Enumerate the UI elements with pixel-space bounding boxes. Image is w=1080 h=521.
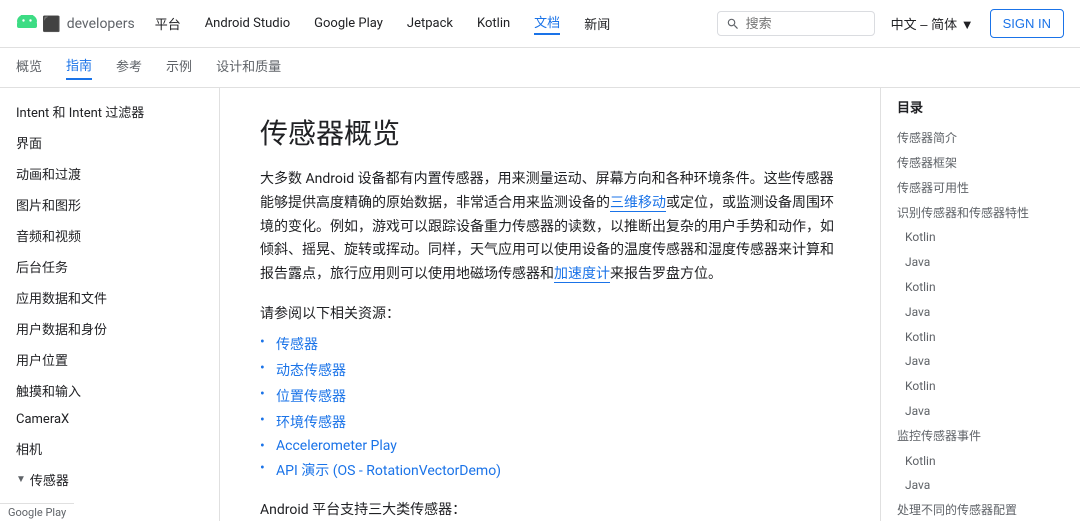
resource-link-env: 环境传感器 (260, 409, 840, 435)
toc-kotlin-4[interactable]: Kotlin (881, 374, 1080, 399)
toc-sensor-framework[interactable]: 传感器框架 (881, 151, 1080, 176)
link-env-sensors[interactable]: 环境传感器 (276, 415, 346, 431)
logo[interactable]: ⬛ developers (16, 15, 135, 33)
resource-link-position: 位置传感器 (260, 383, 840, 409)
sidebar-item-camerax[interactable]: CameraX (0, 406, 219, 433)
support-label: Android 平台支持三大类传感器： (260, 499, 840, 519)
sidebar-item-user-data[interactable]: 用户数据和身份 (0, 313, 219, 344)
toc-monitor-events[interactable]: 监控传感器事件 (881, 424, 1080, 449)
tab-overview[interactable]: 概览 (16, 56, 42, 79)
nav-jetpack[interactable]: Jetpack (407, 16, 453, 31)
sidebar-item-touch[interactable]: 触摸和输入 (0, 375, 219, 406)
android-logo-icon (16, 15, 38, 33)
sidebar-item-app-data[interactable]: 应用数据和文件 (0, 282, 219, 313)
intro-link-3d-motion[interactable]: 三维移动 (610, 195, 666, 212)
tab-reference[interactable]: 参考 (116, 56, 142, 79)
sign-in-button[interactable]: SIGN IN (990, 9, 1064, 38)
toc-kotlin-2[interactable]: Kotlin (881, 275, 1080, 300)
toc-java-2[interactable]: Java (881, 300, 1080, 325)
nav-platform[interactable]: 平台 (155, 14, 181, 33)
link-position-sensors[interactable]: 位置传感器 (276, 389, 346, 405)
footer-google-play: Google Play (0, 503, 74, 521)
toc-java-5[interactable]: Java (881, 473, 1080, 498)
logo-text: ⬛ (42, 15, 61, 33)
sidebar-item-user-location[interactable]: 用户位置 (0, 344, 219, 375)
intro-text-3: 来报告罗盘方位。 (610, 266, 722, 282)
resource-link-sensors: 传感器 (260, 331, 840, 357)
intro-link-accelerometer[interactable]: 加速度计 (554, 266, 610, 283)
toc-title: 目录 (881, 96, 1080, 122)
right-toc: 目录 传感器简介 传感器框架 传感器可用性 识别传感器和传感器特性 Kotlin… (880, 88, 1080, 521)
tab-guide[interactable]: 指南 (66, 55, 92, 80)
top-nav-right: 中文 – 简体 ▼ SIGN IN (717, 9, 1064, 38)
toc-sensor-intro[interactable]: 传感器简介 (881, 126, 1080, 151)
toc-kotlin-1[interactable]: Kotlin (881, 225, 1080, 250)
main-content: 传感器概览 大多数 Android 设备都有内置传感器，用来测量运动、屏幕方向和… (220, 88, 880, 521)
toc-java-3[interactable]: Java (881, 349, 1080, 374)
link-api-demo[interactable]: API 演示 (OS - RotationVectorDemo) (276, 463, 501, 479)
sidebar-item-audio[interactable]: 音频和视频 (0, 220, 219, 251)
sidebar-item-intent[interactable]: Intent 和 Intent 过滤器 (0, 96, 219, 127)
search-box[interactable] (717, 11, 875, 36)
toc-java-4[interactable]: Java (881, 399, 1080, 424)
language-selector[interactable]: 中文 – 简体 ▼ (891, 14, 974, 33)
search-icon (726, 17, 740, 31)
sidebar-item-animation[interactable]: 动画和过渡 (0, 158, 219, 189)
resource-links-list: 传感器 动态传感器 位置传感器 环境传感器 Accelerometer Play… (260, 331, 840, 483)
nav-kotlin[interactable]: Kotlin (477, 16, 510, 31)
toc-identify-sensors[interactable]: 识别传感器和传感器特性 (881, 201, 1080, 226)
sidebar-item-camera[interactable]: 相机 (0, 433, 219, 464)
nav-news[interactable]: 新闻 (584, 14, 610, 33)
link-sensors[interactable]: 传感器 (276, 337, 318, 353)
toc-kotlin-3[interactable]: Kotlin (881, 325, 1080, 350)
sidebar-item-background[interactable]: 后台任务 (0, 251, 219, 282)
page-title: 传感器概览 (260, 112, 840, 152)
nav-android-studio[interactable]: Android Studio (205, 16, 290, 31)
resource-link-accel-play: Accelerometer Play (260, 435, 840, 457)
resource-link-dynamic: 动态传感器 (260, 357, 840, 383)
toc-kotlin-5[interactable]: Kotlin (881, 449, 1080, 474)
toc-sensor-config[interactable]: 处理不同的传感器配置 (881, 498, 1080, 521)
top-nav: ⬛ developers 平台 Android Studio Google Pl… (0, 0, 1080, 48)
link-dynamic-sensors[interactable]: 动态传感器 (276, 363, 346, 379)
sidebar-item-sensors[interactable]: ▼ 传感器 (0, 464, 219, 495)
tab-design-quality[interactable]: 设计和质量 (216, 56, 281, 79)
nav-docs[interactable]: 文档 (534, 12, 560, 35)
intro-paragraph: 大多数 Android 设备都有内置传感器，用来测量运动、屏幕方向和各种环境条件… (260, 168, 840, 287)
main-layout: Intent 和 Intent 过滤器 界面 动画和过渡 图片和图形 音频和视频… (0, 88, 1080, 521)
second-nav: 概览 指南 参考 示例 设计和质量 (0, 48, 1080, 88)
tab-samples[interactable]: 示例 (166, 56, 192, 79)
logo-label: developers (67, 16, 135, 32)
resource-link-api-demo: API 演示 (OS - RotationVectorDemo) (260, 457, 840, 483)
nav-google-play[interactable]: Google Play (314, 16, 383, 31)
left-sidebar: Intent 和 Intent 过滤器 界面 动画和过渡 图片和图形 音频和视频… (0, 88, 220, 521)
sidebar-item-images[interactable]: 图片和图形 (0, 189, 219, 220)
sidebar-sensors-label: 传感器 (30, 470, 69, 489)
toc-sensor-availability[interactable]: 传感器可用性 (881, 176, 1080, 201)
top-nav-links: 平台 Android Studio Google Play Jetpack Ko… (155, 12, 717, 35)
resources-label: 请参阅以下相关资源： (260, 303, 840, 323)
sidebar-item-ui[interactable]: 界面 (0, 127, 219, 158)
search-input[interactable] (746, 16, 866, 31)
link-accelerometer-play[interactable]: Accelerometer Play (276, 438, 397, 454)
toc-java-1[interactable]: Java (881, 250, 1080, 275)
chevron-down-icon: ▼ (16, 474, 26, 485)
